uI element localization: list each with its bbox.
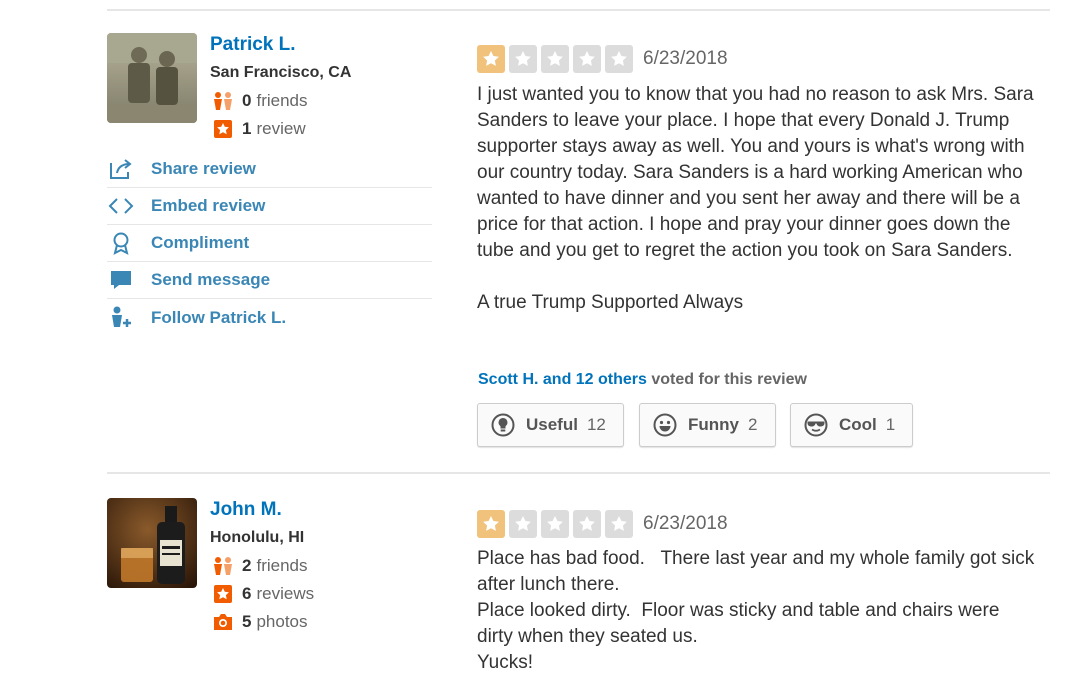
star-rating: 6/23/2018	[477, 510, 728, 538]
funny-icon	[652, 412, 678, 438]
star-icon	[477, 510, 505, 538]
review-paragraph: A true Trump Supported Always	[477, 292, 744, 313]
camera-icon	[212, 611, 234, 633]
star-icon	[605, 45, 633, 73]
follow-icon	[107, 304, 134, 331]
star-icon	[509, 45, 537, 73]
cool-label: Cool	[839, 415, 877, 434]
funny-count: 2	[748, 415, 758, 434]
review-date: 6/23/2018	[643, 48, 728, 69]
share-review-label: Share review	[151, 159, 256, 178]
user-location: San Francisco, CA	[210, 64, 352, 81]
reviews-count: 6 reviews	[212, 583, 314, 605]
user-location: Honolulu, HI	[210, 529, 305, 546]
send-message-button[interactable]: Send message	[107, 262, 432, 299]
follow-user-button[interactable]: Follow Patrick L.	[107, 299, 432, 336]
compliment-button[interactable]: Compliment	[107, 225, 432, 262]
voted-suffix: voted for this review	[646, 371, 807, 388]
friends-count: 0 friends	[212, 90, 308, 112]
star-icon	[509, 510, 537, 538]
star-rating: 6/23/2018	[477, 45, 728, 73]
message-icon	[107, 267, 134, 294]
top-divider	[107, 9, 1050, 11]
friends-icon	[212, 555, 234, 577]
embed-review-button[interactable]: Embed review	[107, 188, 432, 225]
cool-count: 1	[885, 415, 896, 434]
cool-icon	[803, 412, 829, 438]
avatar-photo	[107, 498, 197, 588]
compliment-icon	[107, 230, 134, 257]
funny-button[interactable]: Funny 2	[639, 403, 776, 447]
star-icon	[573, 510, 601, 538]
useful-count: 12	[586, 415, 606, 434]
useful-label: Useful	[526, 415, 578, 434]
photos-count: 5 photos	[212, 611, 308, 633]
embed-review-label: Embed review	[151, 196, 266, 215]
cool-button[interactable]: Cool 1	[790, 403, 913, 447]
reviews-label: review	[256, 119, 306, 138]
useful-button[interactable]: Useful 12	[477, 403, 624, 447]
follow-user-label: Follow Patrick L.	[151, 307, 287, 327]
star-icon	[573, 45, 601, 73]
review-paragraph: Place has bad food. There last year and …	[477, 548, 1040, 595]
friends-label: friends	[256, 91, 308, 110]
friends-count: 2 friends	[212, 555, 308, 577]
reviews-number: 1	[242, 119, 252, 138]
user-name[interactable]: John M.	[210, 499, 282, 521]
photos-number: 5	[242, 612, 252, 631]
friends-number: 0	[242, 91, 252, 110]
review-paragraph: Place looked dirty. Floor was sticky and…	[477, 600, 1005, 647]
review-star-icon	[212, 118, 234, 140]
star-icon	[541, 510, 569, 538]
avatar-photo	[107, 33, 197, 123]
send-message-label: Send message	[151, 270, 271, 289]
reviews-number: 6	[242, 584, 252, 603]
friends-number: 2	[242, 556, 252, 575]
share-icon	[107, 156, 134, 183]
review-divider	[107, 472, 1050, 474]
funny-label: Funny	[688, 415, 739, 434]
review-actions: Share review Embed review Compliment Sen…	[107, 151, 432, 336]
useful-icon	[490, 412, 516, 438]
star-icon	[605, 510, 633, 538]
voters-link[interactable]: Scott H. and 12 others	[478, 371, 647, 388]
review-paragraph: I just wanted you to know that you had n…	[477, 84, 1034, 261]
compliment-label: Compliment	[151, 233, 250, 252]
review-paragraph: Yucks!	[477, 652, 533, 673]
voted-line: Scott H. and 12 others voted for this re…	[478, 371, 807, 389]
embed-icon	[107, 193, 134, 220]
user-avatar[interactable]	[107, 498, 197, 588]
star-icon	[477, 45, 505, 73]
friends-icon	[212, 90, 234, 112]
review-date: 6/23/2018	[643, 513, 728, 534]
review-star-icon	[212, 583, 234, 605]
friends-label: friends	[256, 556, 308, 575]
photos-label: photos	[256, 612, 308, 631]
review-text: I just wanted you to know that you had n…	[477, 82, 1037, 316]
share-review-button[interactable]: Share review	[107, 151, 432, 188]
reviews-label: reviews	[256, 584, 315, 603]
user-name[interactable]: Patrick L.	[210, 34, 296, 56]
user-avatar[interactable]	[107, 33, 197, 123]
review-text: Place has bad food. There last year and …	[477, 546, 1037, 676]
reviews-count: 1 review	[212, 118, 306, 140]
star-icon	[541, 45, 569, 73]
